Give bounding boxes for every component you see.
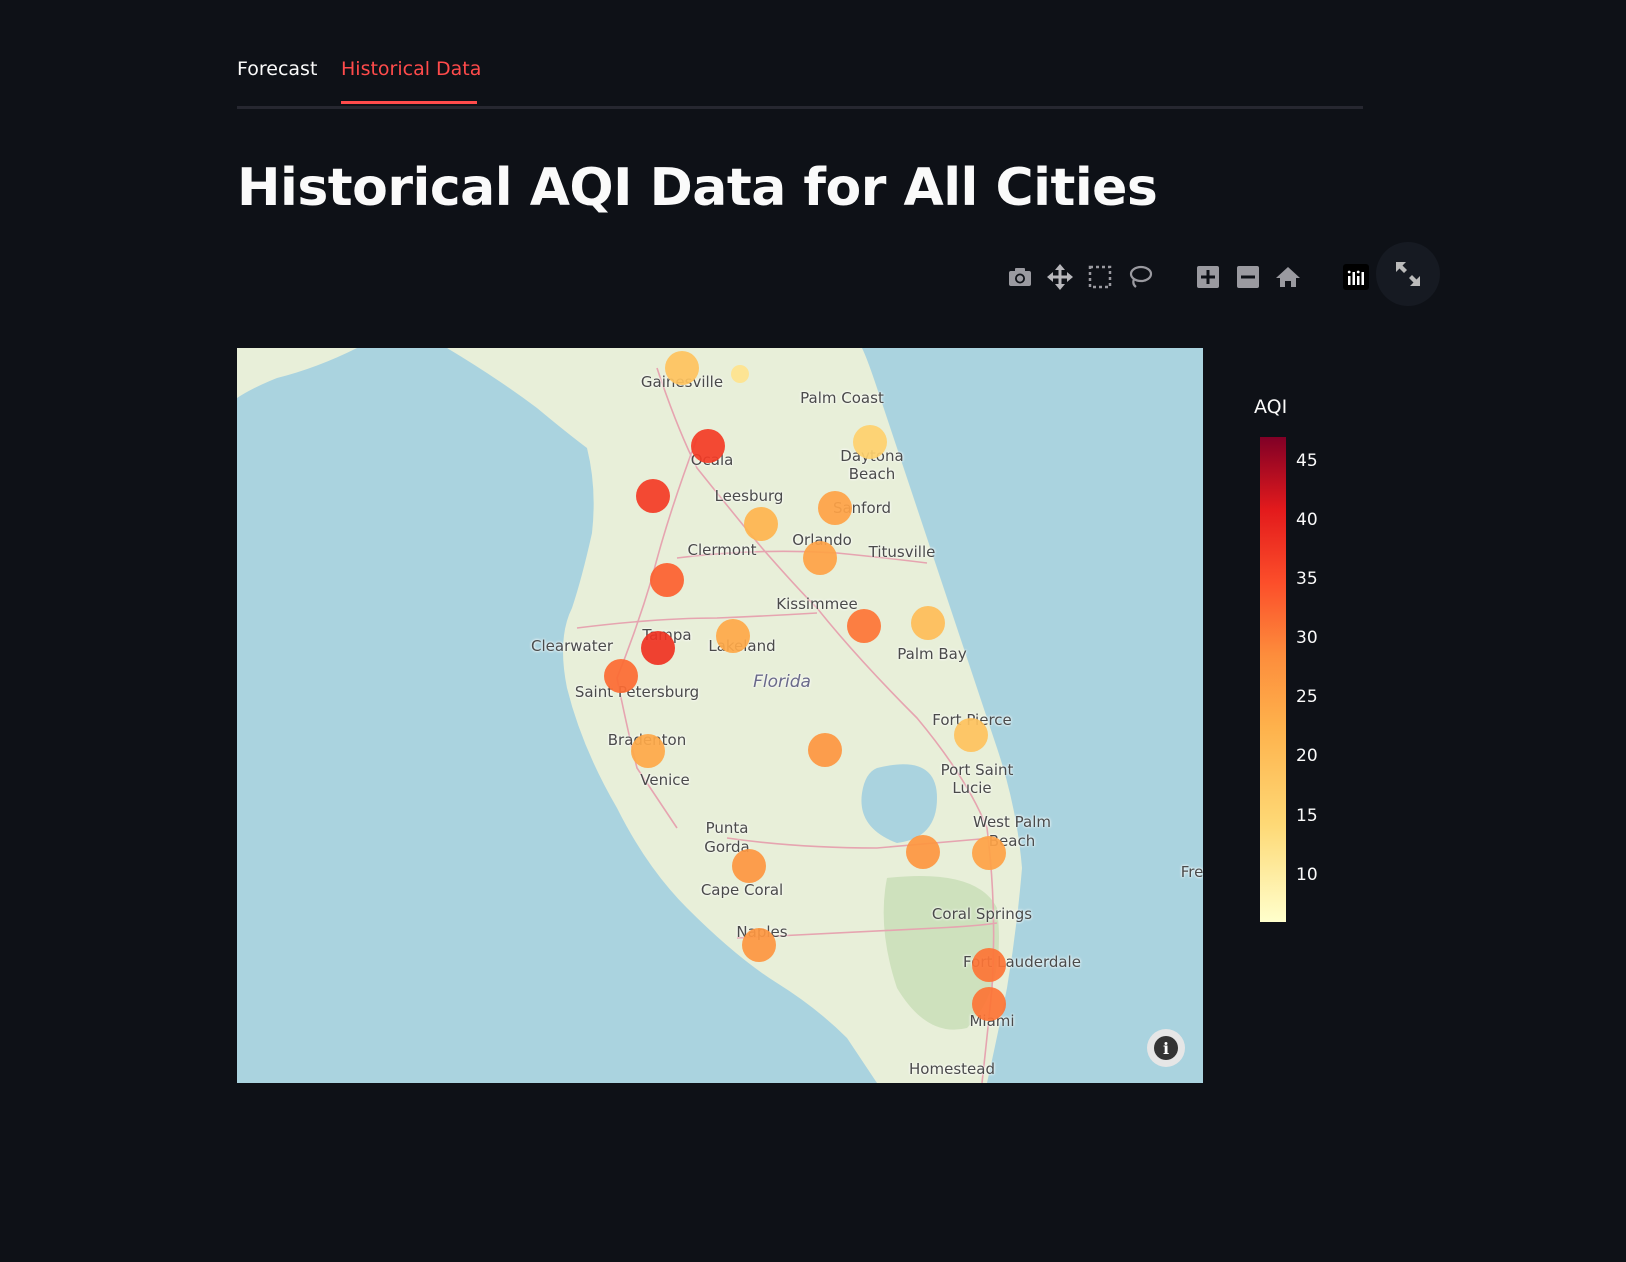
colorbar-tick: 35 [1296,568,1318,589]
aqi-marker[interactable] [972,948,1006,982]
aqi-marker[interactable] [803,541,837,575]
camera-icon[interactable] [1005,262,1035,292]
aqi-marker[interactable] [906,835,940,869]
aqi-marker[interactable] [731,365,749,383]
box-select-icon[interactable] [1085,262,1115,292]
map-info-button[interactable]: i [1147,1029,1185,1067]
aqi-marker[interactable] [732,849,766,883]
aqi-marker[interactable] [818,491,852,525]
aqi-marker[interactable] [631,734,665,768]
colorbar-tick: 15 [1296,805,1318,826]
modebar-spacer [1313,262,1331,296]
reset-home-icon[interactable] [1273,262,1303,292]
aqi-marker[interactable] [604,659,638,693]
zoom-out-icon[interactable] [1233,262,1263,292]
expand-icon [1396,262,1420,286]
pan-icon[interactable] [1045,262,1075,292]
colorbar-tick: 40 [1296,509,1318,530]
page-title: Historical AQI Data for All Cities [237,158,1158,218]
aqi-marker[interactable] [853,425,887,459]
aqi-markers [604,351,1006,1021]
colorbar-tick: 10 [1296,864,1318,885]
active-tab-indicator [341,101,477,104]
colorbar-title: AQI [1254,396,1288,418]
aqi-marker[interactable] [847,609,881,643]
tab-historical-data[interactable]: Historical Data [341,58,481,80]
colorbar-tick: 20 [1296,746,1318,767]
aqi-marker[interactable] [911,606,945,640]
colorbar-tick: 45 [1296,450,1318,471]
tab-bar: Forecast Historical Data [237,48,1363,109]
aqi-marker[interactable] [665,351,699,385]
aqi-marker[interactable] [636,479,670,513]
aqi-marker[interactable] [641,631,675,665]
colorbar-tick: 25 [1296,687,1318,708]
aqi-marker[interactable] [716,619,750,653]
info-icon: i [1154,1036,1178,1060]
modebar-spacer [1165,262,1183,296]
aqi-marker[interactable] [808,733,842,767]
plotly-logo-icon[interactable] [1341,262,1371,292]
aqi-marker[interactable] [972,836,1006,870]
colorbar-tick: 30 [1296,628,1318,649]
plot-modebar [1005,262,1371,296]
aqi-marker[interactable] [742,928,776,962]
tab-forecast[interactable]: Forecast [237,58,317,80]
aqi-marker[interactable] [972,987,1006,1021]
aqi-marker[interactable] [691,429,725,463]
aqi-marker[interactable] [650,563,684,597]
fullscreen-button[interactable] [1376,242,1440,306]
aqi-marker[interactable] [954,718,988,752]
aqi-marker[interactable] [744,507,778,541]
zoom-in-icon[interactable] [1193,262,1223,292]
aqi-scatter-map[interactable]: GainesvillePalm CoastDaytonaBeachOcalaLe… [237,348,1203,1083]
lasso-icon[interactable] [1125,262,1155,292]
colorbar [1260,437,1286,922]
